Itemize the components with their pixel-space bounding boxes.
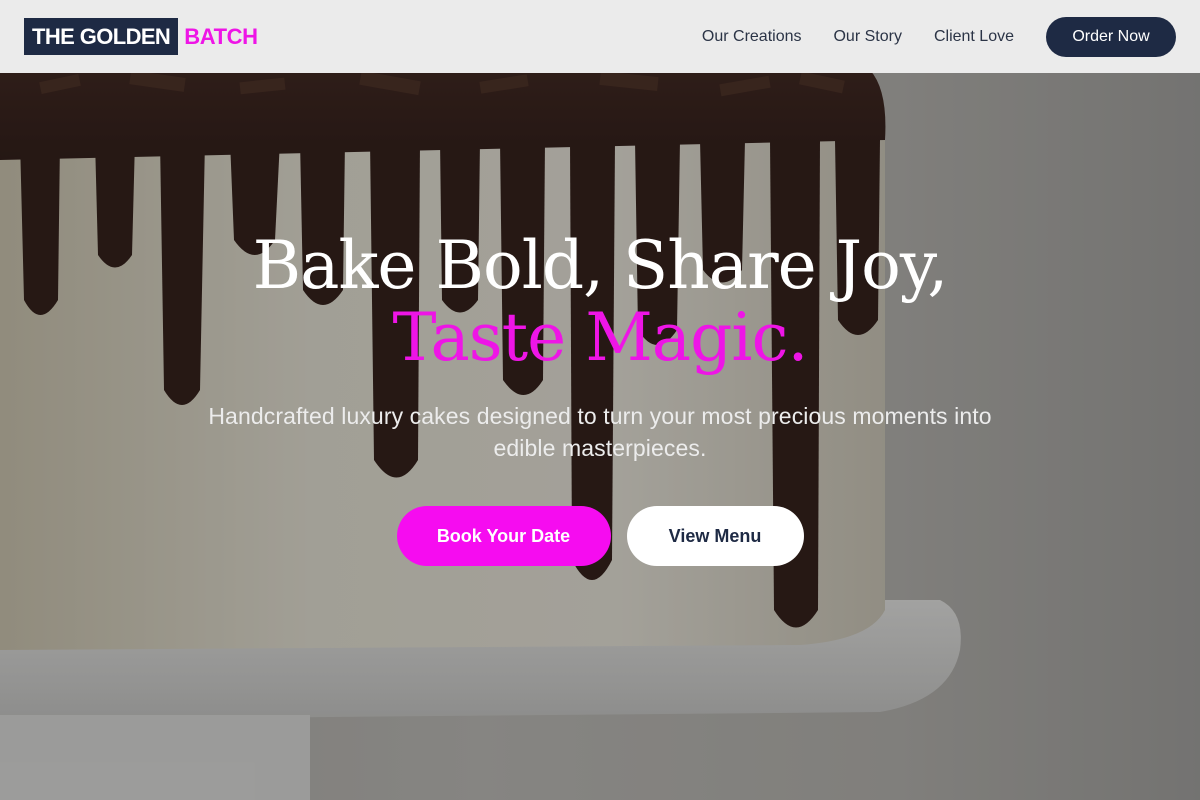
brand-name-main: THE GOLDEN [24, 18, 179, 55]
view-menu-button[interactable]: View Menu [626, 506, 804, 566]
brand-logo[interactable]: THE GOLDEN BATCH [24, 18, 258, 55]
nav-link-client-love[interactable]: Client Love [934, 28, 1014, 46]
headline-line-2: Taste Magic. [392, 299, 809, 376]
hero-cta-row: Book Your Date View Menu [0, 506, 1200, 566]
brand-name-accent: BATCH [184, 23, 258, 49]
hero-subtitle: Handcrafted luxury cakes designed to tur… [208, 403, 992, 461]
top-navbar: THE GOLDEN BATCH Our Creations Our Story… [0, 0, 1200, 73]
nav-link-our-story[interactable]: Our Story [833, 28, 901, 46]
book-your-date-button[interactable]: Book Your Date [396, 506, 611, 566]
headline-line-1: Bake Bold, Share Joy, [252, 227, 949, 304]
main-nav: Our Creations Our Story Client Love Orde… [702, 16, 1176, 57]
nav-link-our-creations[interactable]: Our Creations [702, 28, 802, 46]
order-now-button[interactable]: Order Now [1046, 16, 1176, 57]
hero-headline: Bake Bold, Share Joy, Taste Magic. [0, 230, 1200, 374]
hero-content: Bake Bold, Share Joy, Taste Magic. Handc… [0, 230, 1200, 566]
